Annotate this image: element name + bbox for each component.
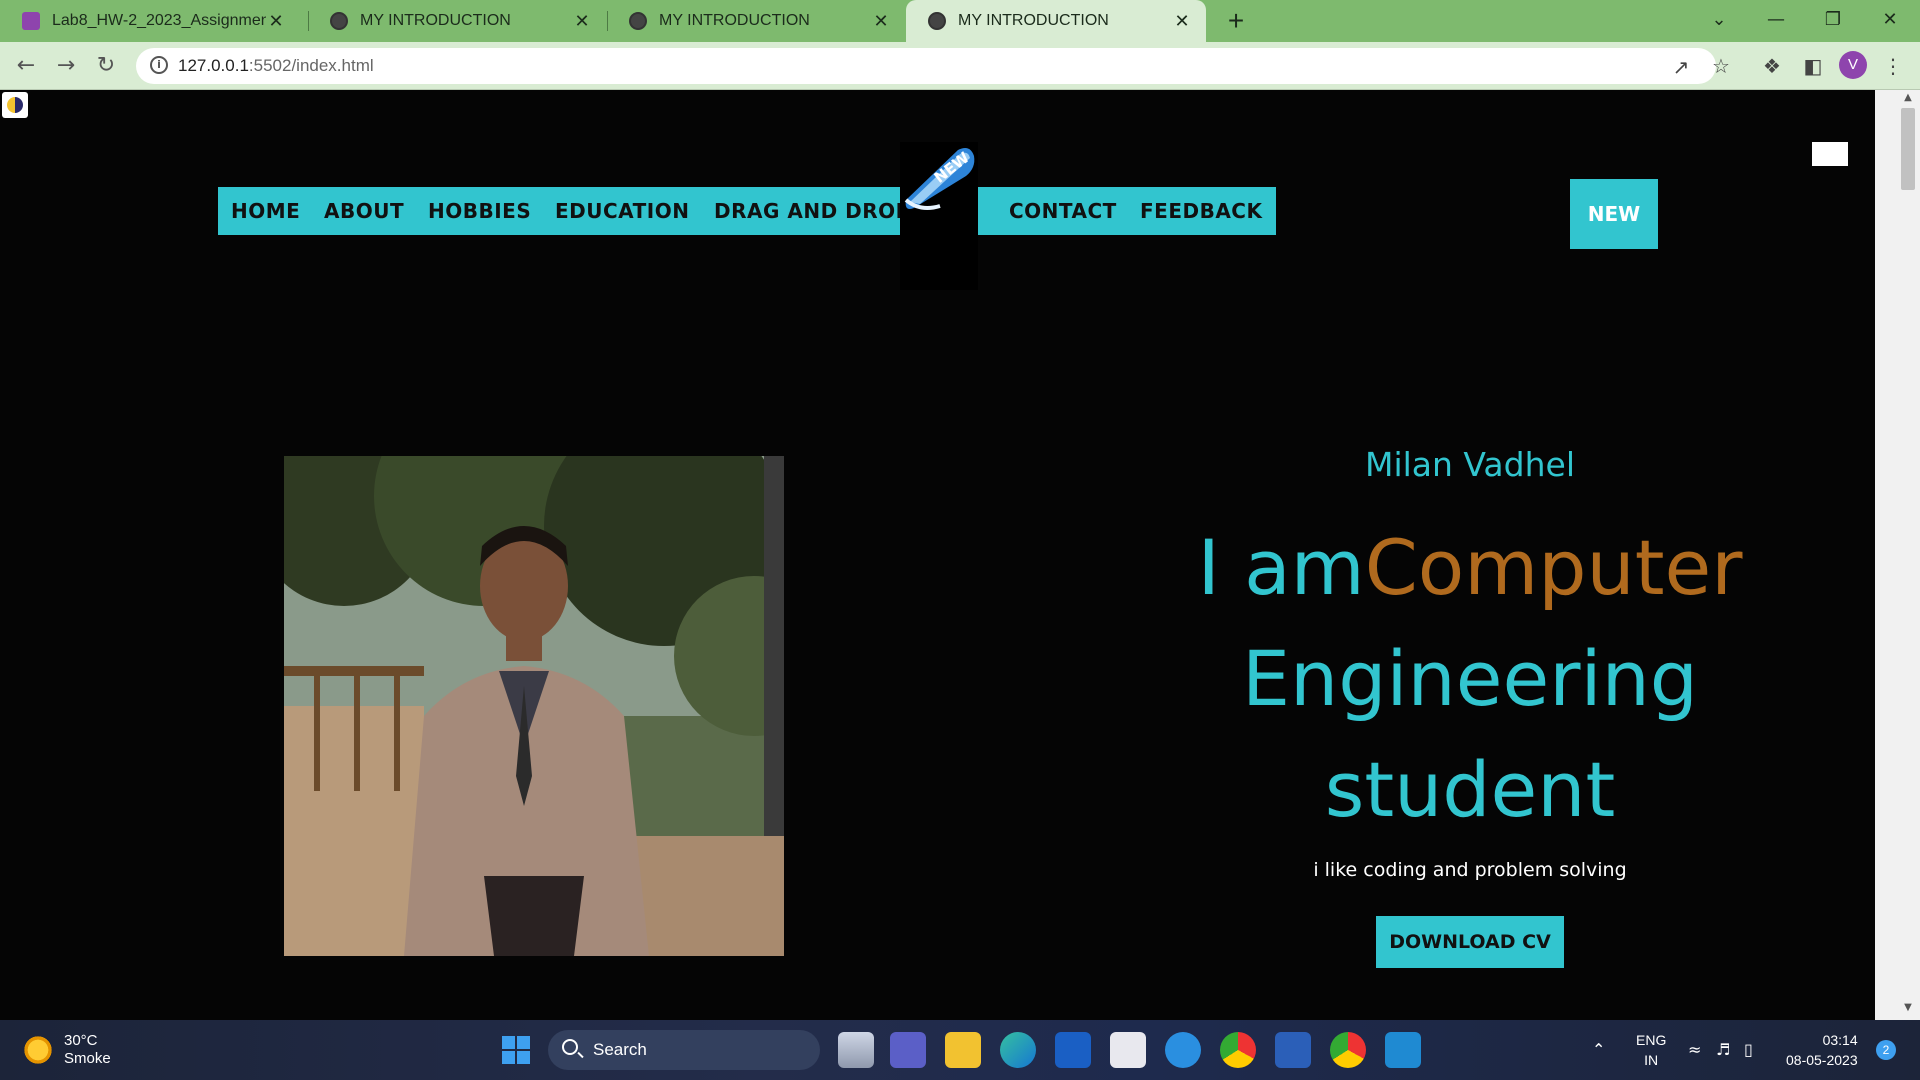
wifi-icon[interactable]: ≈ bbox=[1688, 1040, 1701, 1059]
weather-sun-icon bbox=[22, 1034, 54, 1066]
myhp-icon[interactable] bbox=[1055, 1032, 1091, 1068]
tagline-line-3: student bbox=[1324, 745, 1616, 834]
globe-icon bbox=[629, 12, 647, 30]
edge-browser-icon[interactable] bbox=[1000, 1032, 1036, 1068]
vscode-icon[interactable] bbox=[1385, 1032, 1421, 1068]
language-indicator[interactable]: ENG IN bbox=[1636, 1030, 1666, 1070]
search-icon bbox=[562, 1039, 578, 1055]
side-panel-icon[interactable]: ◧ bbox=[1800, 53, 1826, 79]
new-tab-button[interactable]: + bbox=[1221, 6, 1251, 36]
tagline-highlight: Computer bbox=[1364, 523, 1743, 612]
new-button[interactable]: NEW bbox=[1570, 179, 1658, 249]
new-badge-icon: NEW bbox=[904, 148, 975, 210]
close-tab-icon[interactable]: ✕ bbox=[1172, 11, 1192, 32]
maximize-button[interactable]: ❐ bbox=[1813, 4, 1853, 36]
hero-section: Milan Vadhel I amComputer Engineering st… bbox=[1170, 445, 1770, 968]
bookmark-star-icon[interactable]: ☆ bbox=[1708, 53, 1734, 79]
tab-assignment[interactable]: Lab8_HW-2_2023_Assignment ✕ bbox=[0, 0, 300, 42]
notification-badge[interactable]: 2 bbox=[1876, 1040, 1896, 1060]
close-window-button[interactable]: ✕ bbox=[1870, 4, 1910, 36]
weather-widget[interactable]: 30°C Smoke bbox=[22, 1032, 111, 1068]
browser-toolbar: ← → ↻ i 127.0.0.1:5502/index.html ↗ ☆ ❖ … bbox=[0, 42, 1920, 90]
half-moon-icon bbox=[7, 97, 23, 113]
lang-region: IN bbox=[1644, 1052, 1659, 1068]
windows-start-icon[interactable] bbox=[502, 1036, 530, 1064]
clock-date: 08-05-2023 bbox=[1786, 1052, 1858, 1068]
help-icon[interactable] bbox=[1165, 1032, 1201, 1068]
globe-icon bbox=[330, 12, 348, 30]
scroll-up-arrow-icon[interactable]: ▲ bbox=[1899, 92, 1917, 103]
url-text[interactable]: 127.0.0.1:5502/index.html bbox=[178, 56, 374, 76]
page-viewport: HOME ABOUT HOBBIES EDUCATION DRAG AND DR… bbox=[0, 90, 1875, 1020]
scrollbar-thumb[interactable] bbox=[1901, 108, 1915, 190]
globe-icon bbox=[928, 12, 946, 30]
clock[interactable]: 03:14 08-05-2023 bbox=[1786, 1030, 1858, 1070]
tab-bar: Lab8_HW-2_2023_Assignment ✕ MY INTRODUCT… bbox=[0, 0, 1920, 42]
download-cv-button[interactable]: DOWNLOAD CV bbox=[1376, 916, 1564, 968]
volume-icon[interactable]: ♬ bbox=[1716, 1040, 1730, 1059]
forward-icon[interactable]: → bbox=[50, 50, 82, 82]
search-label: Search bbox=[593, 1040, 647, 1059]
menu-kebab-icon[interactable]: ⋮ bbox=[1880, 53, 1906, 79]
close-tab-icon[interactable]: ✕ bbox=[871, 11, 891, 32]
teams-chat-icon[interactable] bbox=[890, 1032, 926, 1068]
tagline-line-2: Engineering bbox=[1242, 634, 1698, 723]
taskbar-search[interactable]: Search bbox=[548, 1030, 820, 1070]
nav-education[interactable]: EDUCATION bbox=[542, 187, 703, 235]
battery-icon[interactable]: ▯ bbox=[1744, 1040, 1753, 1059]
weather-temp: 30°C bbox=[64, 1032, 98, 1049]
chrome-icon[interactable] bbox=[1220, 1032, 1256, 1068]
url-host: 127.0.0.1 bbox=[178, 56, 249, 75]
tagline-prefix: I am bbox=[1197, 523, 1365, 612]
classroom-icon bbox=[22, 12, 40, 30]
profile-avatar[interactable]: V bbox=[1839, 51, 1867, 79]
url-path: :5502/index.html bbox=[248, 56, 374, 75]
dark-mode-toggle[interactable] bbox=[2, 92, 28, 118]
clock-time: 03:14 bbox=[1822, 1032, 1858, 1048]
profile-photo bbox=[284, 456, 784, 956]
word-icon[interactable] bbox=[1275, 1032, 1311, 1068]
weather-desc: Smoke bbox=[64, 1050, 111, 1067]
address-bar[interactable]: i 127.0.0.1:5502/index.html ↗ ☆ bbox=[136, 48, 1730, 84]
windows-taskbar: 30°C Smoke Search ⌃ ENG IN ≈ ♬ ▯ 03:14 0… bbox=[0, 1020, 1920, 1080]
close-tab-icon[interactable]: ✕ bbox=[266, 11, 286, 32]
scroll-down-arrow-icon[interactable]: ▼ bbox=[1899, 1002, 1917, 1013]
tab-my-introduction-1[interactable]: MY INTRODUCTION ✕ bbox=[308, 0, 606, 42]
file-explorer-icon[interactable] bbox=[945, 1032, 981, 1068]
nav-about[interactable]: ABOUT bbox=[311, 187, 418, 235]
nav-hobbies[interactable]: HOBBIES bbox=[415, 187, 545, 235]
nav-contact[interactable]: CONTACT bbox=[996, 187, 1130, 235]
hero-tagline: I amComputer Engineering student bbox=[1170, 512, 1770, 845]
minimize-button[interactable]: — bbox=[1756, 4, 1796, 36]
nav-feedback[interactable]: FEEDBACK bbox=[1127, 187, 1276, 235]
tab-search-dropdown-icon[interactable]: ⌄ bbox=[1699, 4, 1739, 36]
tab-title: MY INTRODUCTION bbox=[360, 12, 511, 29]
microsoft-store-icon[interactable] bbox=[1110, 1032, 1146, 1068]
tab-title: MY INTRODUCTION bbox=[659, 12, 810, 29]
site-info-icon[interactable]: i bbox=[150, 56, 168, 74]
share-icon[interactable]: ↗ bbox=[1668, 54, 1694, 80]
task-view-icon[interactable] bbox=[838, 1032, 874, 1068]
nav-home[interactable]: HOME bbox=[218, 187, 314, 235]
back-icon[interactable]: ← bbox=[10, 50, 42, 82]
tab-title: Lab8_HW-2_2023_Assignment bbox=[52, 12, 266, 29]
tab-my-introduction-2[interactable]: MY INTRODUCTION ✕ bbox=[607, 0, 905, 42]
tab-title: MY INTRODUCTION bbox=[958, 12, 1109, 29]
extensions-icon[interactable]: ❖ bbox=[1759, 53, 1785, 79]
hero-name: Milan Vadhel bbox=[1364, 445, 1575, 484]
chrome-profile-icon[interactable] bbox=[1330, 1032, 1366, 1068]
page-scrollbar[interactable]: ▲ ▼ bbox=[1875, 90, 1920, 1020]
hero-description: i like coding and problem solving bbox=[1313, 859, 1627, 881]
tray-overflow-chevron-icon[interactable]: ⌃ bbox=[1592, 1040, 1605, 1059]
white-widget[interactable] bbox=[1812, 142, 1848, 166]
lang-code: ENG bbox=[1636, 1032, 1667, 1048]
tab-my-introduction-active[interactable]: MY INTRODUCTION ✕ bbox=[906, 0, 1206, 42]
close-tab-icon[interactable]: ✕ bbox=[572, 11, 592, 32]
reload-icon[interactable]: ↻ bbox=[90, 50, 122, 82]
